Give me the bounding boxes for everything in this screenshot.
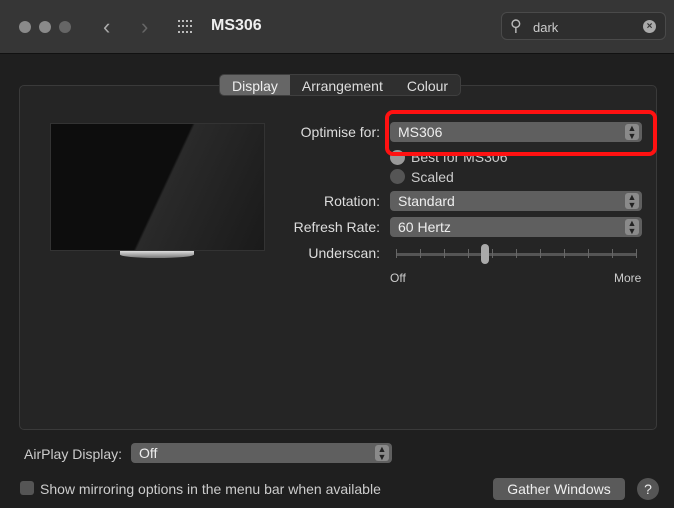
slider-tick	[516, 249, 517, 258]
tab-display[interactable]: Display	[220, 75, 290, 95]
refresh-popup[interactable]: 60 Hertz ▲ ▼	[390, 217, 642, 237]
rotation-value: Standard	[398, 193, 455, 209]
mirroring-label: Show mirroring options in the menu bar w…	[40, 481, 381, 497]
slider-tick	[540, 249, 541, 258]
gather-windows-button[interactable]: Gather Windows	[493, 478, 625, 500]
monitor-stand	[120, 251, 194, 258]
slider-tick	[612, 249, 613, 258]
zoom-button[interactable]	[59, 21, 71, 33]
close-button[interactable]	[19, 21, 31, 33]
window-title: MS306	[211, 17, 262, 34]
tab-arrangement[interactable]: Arrangement	[290, 75, 395, 95]
search-input[interactable]: dark	[533, 20, 558, 35]
slider-tick	[396, 249, 397, 258]
underscan-max-label: More	[614, 271, 642, 285]
search-field[interactable]: ⚲ dark ×	[501, 12, 666, 40]
tab-bar: Display Arrangement Colour	[219, 74, 462, 96]
slider-tick	[636, 249, 637, 258]
underscan-min-label: Off	[390, 271, 406, 285]
red-highlight-box	[385, 110, 657, 156]
slider-tick	[468, 249, 469, 258]
radio-scaled[interactable]	[390, 169, 405, 184]
updown-chevron-icon: ▲ ▼	[625, 193, 639, 210]
mirroring-checkbox[interactable]	[20, 481, 34, 495]
tab-colour[interactable]: Colour	[395, 75, 460, 95]
rotation-label: Rotation:	[323, 193, 380, 209]
updown-chevron-icon: ▲ ▼	[625, 219, 639, 236]
underscan-slider-thumb[interactable]	[480, 244, 489, 264]
clear-search-icon[interactable]: ×	[643, 20, 656, 33]
underscan-label: Underscan:	[308, 245, 380, 261]
forward-chevron-icon[interactable]: ›	[141, 14, 148, 40]
slider-tick	[588, 249, 589, 258]
back-chevron-icon[interactable]: ‹	[103, 14, 110, 40]
airplay-popup[interactable]: Off ▲ ▼	[131, 443, 392, 463]
updown-chevron-icon: ▲ ▼	[375, 445, 389, 462]
minimize-button[interactable]	[39, 21, 51, 33]
search-icon: ⚲	[510, 18, 522, 35]
rotation-popup[interactable]: Standard ▲ ▼	[390, 191, 642, 211]
slider-tick	[492, 249, 493, 258]
show-all-grid-icon[interactable]	[178, 20, 194, 34]
airplay-value: Off	[139, 445, 158, 461]
radio-scaled-label: Scaled	[411, 169, 454, 185]
refresh-value: 60 Hertz	[398, 219, 451, 235]
slider-tick	[420, 249, 421, 258]
help-button[interactable]: ?	[637, 478, 659, 500]
airplay-label: AirPlay Display:	[24, 446, 123, 462]
slider-tick	[564, 249, 565, 258]
refresh-label: Refresh Rate:	[293, 219, 380, 235]
slider-tick	[444, 249, 445, 258]
title-bar: ‹ › MS306 ⚲ dark ×	[0, 0, 674, 54]
optimise-label: Optimise for:	[300, 124, 380, 140]
